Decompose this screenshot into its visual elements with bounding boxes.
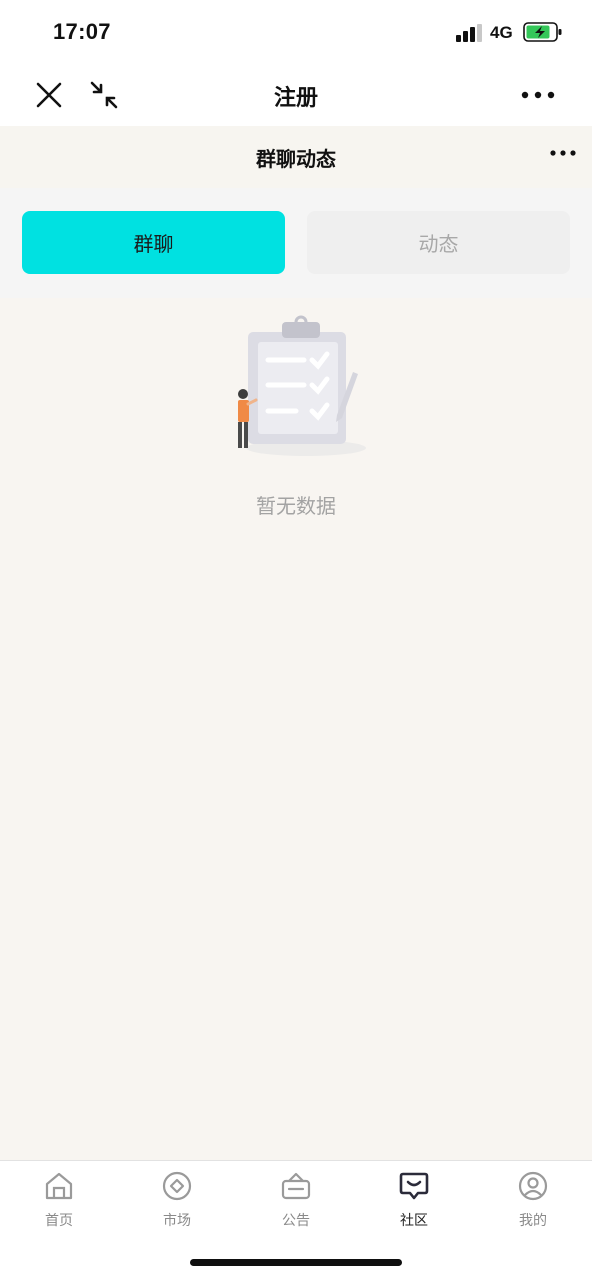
section-header: 群聊动态 (0, 126, 592, 188)
more-button[interactable] (521, 78, 555, 112)
home-icon (45, 1172, 73, 1200)
tabbar-label-market: 市场 (163, 1213, 191, 1229)
tabbar-label-announcement: 公告 (282, 1213, 310, 1229)
section-title: 群聊动态 (256, 147, 336, 171)
section-more-button[interactable] (546, 140, 580, 166)
nav-bar: 注册 (0, 64, 592, 126)
tabbar-label-community: 社区 (400, 1213, 428, 1229)
market-icon (162, 1171, 192, 1201)
status-time: 17:07 (53, 19, 111, 44)
community-icon (399, 1172, 429, 1200)
clipboard-empty-icon (238, 315, 366, 456)
tabbar-item-market[interactable]: 市场 (118, 1169, 236, 1235)
status-bar: 17:07 4G (0, 0, 592, 64)
tabbar-item-announcement[interactable]: 公告 (237, 1169, 355, 1235)
battery-icon (523, 22, 562, 42)
announcement-icon (281, 1172, 311, 1200)
network-label: 4G (490, 23, 513, 42)
more-icon (521, 91, 555, 99)
tab-moments[interactable]: 动态 (307, 211, 570, 274)
empty-state-text: 暂无数据 (256, 494, 336, 518)
more-icon (550, 150, 576, 156)
tabbar-label-profile: 我的 (519, 1213, 547, 1229)
tabbar-item-home[interactable]: 首页 (0, 1169, 118, 1235)
tabbar-item-profile[interactable]: 我的 (474, 1169, 592, 1235)
signal-icon (456, 24, 482, 42)
tabbar-item-community[interactable]: 社区 (355, 1169, 473, 1235)
tab-group-chat[interactable]: 群聊 (22, 211, 285, 274)
tabbar-label-home: 首页 (45, 1213, 73, 1229)
home-indicator (190, 1259, 402, 1266)
profile-icon (518, 1171, 548, 1201)
page-title: 注册 (273, 86, 318, 111)
tab-switcher: 群聊 动态 (0, 188, 592, 298)
